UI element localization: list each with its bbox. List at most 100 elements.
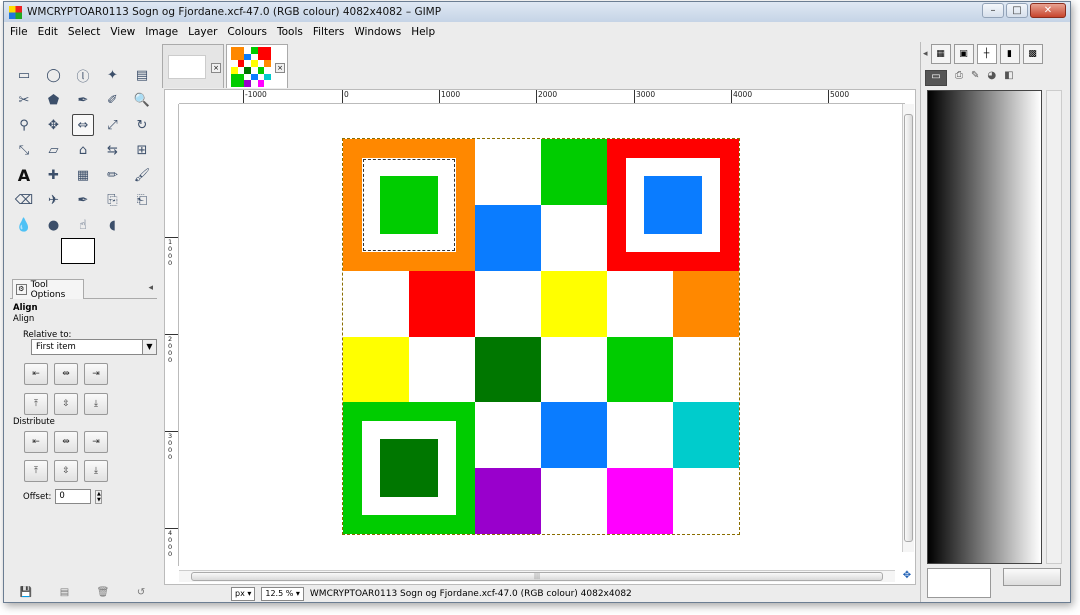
scroll-thumb[interactable]: [904, 114, 913, 542]
horizontal-ruler[interactable]: -1000 0 1000 2000 3000 4000 5000: [179, 90, 905, 104]
offset-input[interactable]: 0: [55, 489, 92, 504]
zoom-tool-icon[interactable]: 🔍: [131, 89, 153, 111]
measure-tool-icon[interactable]: ⚲: [13, 114, 35, 136]
eraser-tool-icon[interactable]: ⌫: [13, 189, 35, 211]
vertical-ruler[interactable]: 1000 2000 3000 4000: [165, 104, 179, 566]
perspective-tool-icon[interactable]: ⌂: [72, 139, 94, 161]
menu-image[interactable]: Image: [145, 26, 178, 38]
blur-tool-icon[interactable]: 💧: [13, 214, 35, 236]
scroll-thumb[interactable]: |||: [191, 572, 883, 581]
ink-tool-icon[interactable]: ✒: [72, 189, 94, 211]
align-top-edge-button[interactable]: ⤒: [24, 393, 48, 415]
list-view-icon[interactable]: ▭: [925, 70, 947, 86]
align-bottom-edge-button[interactable]: ⤓: [84, 393, 108, 415]
select-by-color-tool-icon[interactable]: ▤: [131, 64, 153, 86]
vertical-scrollbar[interactable]: [902, 104, 914, 552]
palette-icon[interactable]: ◕: [987, 70, 996, 86]
dodge-tool-icon[interactable]: ●: [43, 214, 65, 236]
color-swatches[interactable]: [61, 238, 111, 278]
menu-tools[interactable]: Tools: [277, 26, 303, 38]
smudge-tool-icon[interactable]: ☝: [72, 214, 94, 236]
ellipse-select-tool-icon[interactable]: ◯: [43, 64, 65, 86]
navigate-icon[interactable]: ✥: [901, 570, 913, 582]
blend-tool-icon[interactable]: ▦: [72, 164, 94, 186]
menu-layer[interactable]: Layer: [188, 26, 217, 38]
distribute-center-h-button[interactable]: ⇹: [54, 431, 78, 453]
distribute-right-button[interactable]: ⇥: [84, 431, 108, 453]
tab-palettes[interactable]: ▩: [1022, 44, 1043, 64]
scale-tool-icon[interactable]: ⤡: [13, 139, 35, 161]
menu-windows[interactable]: Windows: [354, 26, 401, 38]
pencil-tool-icon[interactable]: ✏: [102, 164, 124, 186]
menu-help[interactable]: Help: [411, 26, 435, 38]
text-tool-icon[interactable]: A: [13, 164, 35, 186]
close-tab-icon[interactable]: ×: [211, 63, 221, 73]
foreground-select-tool-icon[interactable]: ⬟: [43, 89, 65, 111]
align-tool-icon[interactable]: ⇔: [72, 114, 94, 136]
menu-filters[interactable]: Filters: [313, 26, 344, 38]
rotate-tool-icon[interactable]: ↻: [131, 114, 153, 136]
horizontal-scrollbar[interactable]: |||: [179, 570, 895, 582]
delete-options-icon[interactable]: 🗑: [97, 587, 110, 598]
maximize-button[interactable]: □: [1006, 3, 1028, 18]
airbrush-tool-icon[interactable]: ✈: [43, 189, 65, 211]
burn-tool-icon[interactable]: ◖: [102, 214, 124, 236]
tab-paths[interactable]: ┼: [976, 44, 997, 64]
offset-spinner[interactable]: ▲ ▼: [95, 489, 103, 504]
dock-menu-icon[interactable]: ◂: [148, 283, 153, 293]
cage-tool-icon[interactable]: ⊞: [131, 139, 153, 161]
image-tab-1[interactable]: ×: [162, 44, 224, 88]
align-middle-v-button[interactable]: ⇳: [54, 393, 78, 415]
perspective-clone-tool-icon[interactable]: ⎗: [131, 189, 153, 211]
distribute-bottom-button[interactable]: ⤓: [84, 460, 108, 482]
close-tab-icon[interactable]: ×: [275, 63, 285, 73]
align-center-h-button[interactable]: ⇹: [54, 363, 78, 385]
free-select-tool-icon[interactable]: ⓛ: [72, 64, 94, 86]
reset-options-icon[interactable]: ↺: [137, 587, 145, 598]
restore-options-icon[interactable]: ▤: [60, 587, 69, 598]
image-tab-2[interactable]: ×: [226, 44, 288, 88]
move-tool-icon[interactable]: ✥: [43, 114, 65, 136]
save-options-icon[interactable]: 💾: [20, 587, 32, 598]
tab-patterns[interactable]: ▦: [930, 44, 951, 64]
align-right-edge-button[interactable]: ⇥: [84, 363, 108, 385]
brush-icon[interactable]: ✎: [971, 70, 979, 86]
fuzzy-select-tool-icon[interactable]: ✦: [102, 64, 124, 86]
canvas-area[interactable]: -1000 0 1000 2000 3000 4000 5000 1000 20…: [164, 89, 916, 585]
dock-menu-icon[interactable]: ◂: [923, 49, 928, 59]
paintbrush-tool-icon[interactable]: 🖌: [131, 164, 153, 186]
menu-select[interactable]: Select: [68, 26, 100, 38]
menu-edit[interactable]: Edit: [38, 26, 58, 38]
swatch-icon[interactable]: ◧: [1004, 70, 1013, 86]
minimize-button[interactable]: –: [982, 3, 1004, 18]
paths-tool-icon[interactable]: ✒: [72, 89, 94, 111]
transform-tool-icon[interactable]: ⤢: [102, 114, 124, 136]
zoom-select[interactable]: 12.5 % ▾: [261, 587, 304, 601]
rect-select-tool-icon[interactable]: ▭: [13, 64, 35, 86]
menu-file[interactable]: File: [10, 26, 28, 38]
tab-gradients[interactable]: ▮: [999, 44, 1020, 64]
distribute-left-button[interactable]: ⇤: [24, 431, 48, 453]
relative-to-select[interactable]: First item ▼: [31, 339, 157, 355]
unit-select[interactable]: px ▾: [231, 587, 256, 601]
tab-brushes[interactable]: ▣: [953, 44, 974, 64]
align-left-edge-button[interactable]: ⇤: [24, 363, 48, 385]
tab-tool-options[interactable]: ⚙ Tool Options: [12, 279, 84, 300]
image-canvas[interactable]: [342, 138, 740, 535]
menu-colours[interactable]: Colours: [227, 26, 267, 38]
clone-tool-icon[interactable]: ⎘: [102, 189, 124, 211]
close-button[interactable]: ✕: [1030, 3, 1066, 18]
scissors-tool-icon[interactable]: ✂: [13, 89, 35, 111]
foreground-color[interactable]: [61, 238, 95, 264]
menu-view[interactable]: View: [110, 26, 135, 38]
gradient-preview[interactable]: [927, 90, 1042, 564]
shear-tool-icon[interactable]: ▱: [43, 139, 65, 161]
heal-tool-icon[interactable]: ✚: [43, 164, 65, 186]
flip-tool-icon[interactable]: ⇆: [102, 139, 124, 161]
edit-button[interactable]: [1003, 568, 1061, 586]
printer-icon[interactable]: ⎙: [955, 70, 963, 86]
brush-preview[interactable]: [927, 568, 991, 598]
distribute-middle-v-button[interactable]: ⇳: [54, 460, 78, 482]
color-picker-tool-icon[interactable]: ✐: [102, 89, 124, 111]
distribute-top-button[interactable]: ⤒: [24, 460, 48, 482]
